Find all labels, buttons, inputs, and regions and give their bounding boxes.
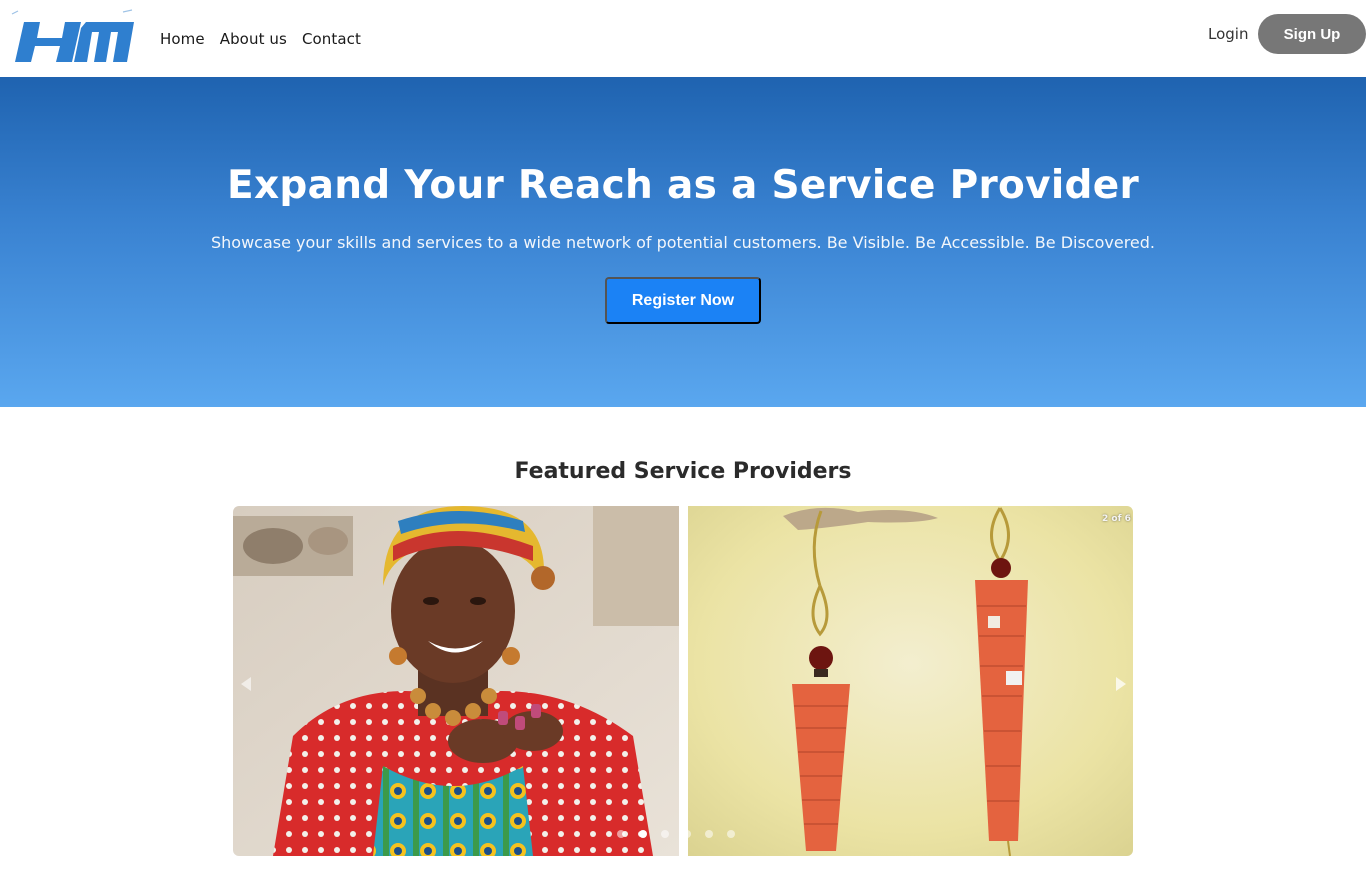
nav-contact[interactable]: Contact <box>302 30 361 48</box>
artisan-photo <box>233 506 679 856</box>
signup-button[interactable]: Sign Up <box>1258 14 1366 54</box>
earrings-photo <box>688 506 1133 856</box>
carousel-dot-active[interactable] <box>639 830 647 838</box>
slide-artisan[interactable] <box>233 506 679 856</box>
slide-counter: 2 of 6 <box>1102 514 1131 524</box>
nav-about[interactable]: About us <box>220 30 287 48</box>
carousel-prev-icon[interactable] <box>241 676 253 691</box>
main-nav: Home About us Contact <box>160 30 376 48</box>
register-now-button[interactable]: Register Now <box>605 277 761 324</box>
carousel-dot[interactable] <box>683 830 691 838</box>
carousel-dot[interactable] <box>705 830 713 838</box>
carousel-dot[interactable] <box>617 830 625 838</box>
featured-title: Featured Service Providers <box>514 459 852 484</box>
carousel-next-icon[interactable] <box>1114 676 1126 691</box>
hero-banner: Expand Your Reach as a Service Provider … <box>0 77 1366 407</box>
login-link[interactable]: Login <box>1208 25 1248 43</box>
featured-carousel[interactable]: 2 of 6 <box>233 506 1133 856</box>
carousel-dot[interactable] <box>661 830 669 838</box>
carousel-dot[interactable] <box>727 830 735 838</box>
brand-logo[interactable] <box>10 8 138 66</box>
nav-home[interactable]: Home <box>160 30 205 48</box>
hm-logo-icon <box>11 9 134 62</box>
hero-subtitle: Showcase your skills and services to a w… <box>210 233 1156 252</box>
carousel-pagination <box>617 830 735 838</box>
hero-title: Expand Your Reach as a Service Provider <box>227 163 1139 208</box>
navbar: Home About us Contact Login Sign Up <box>0 0 1366 77</box>
slide-earrings[interactable] <box>688 506 1133 856</box>
